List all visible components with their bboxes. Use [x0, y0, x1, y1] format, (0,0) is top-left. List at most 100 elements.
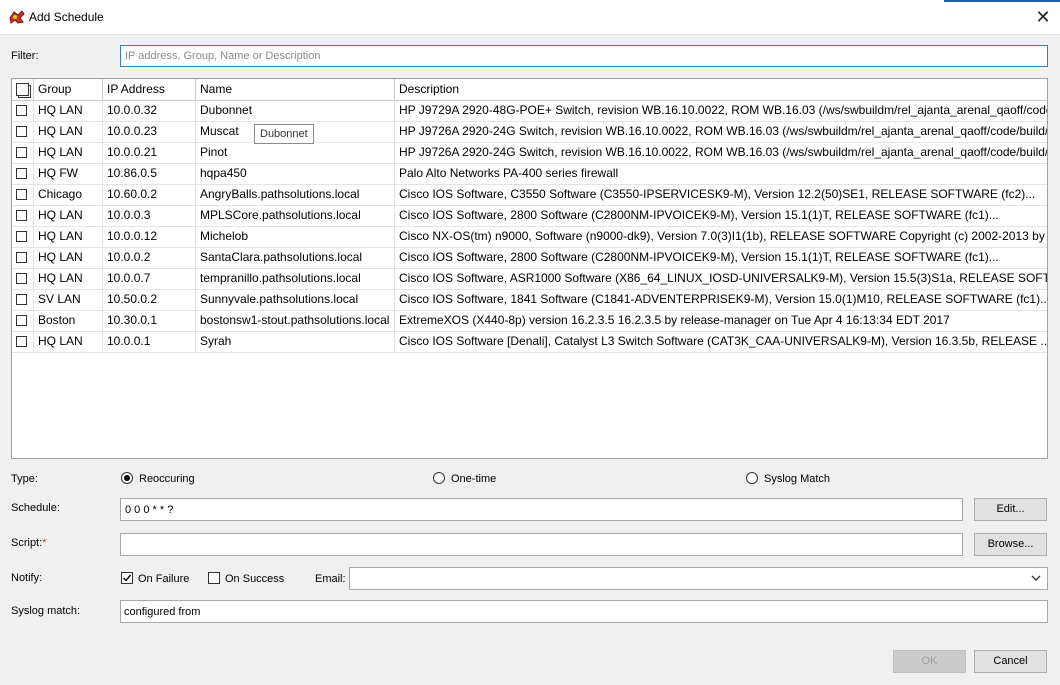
on-failure-label[interactable]: On Failure	[138, 573, 189, 585]
cell-select[interactable]	[12, 184, 34, 205]
column-description[interactable]: Description	[395, 79, 1047, 100]
cell-select[interactable]	[12, 100, 34, 121]
cell-name: MPLSCore.pathsolutions.local	[196, 205, 395, 226]
table-row[interactable]: HQ FW 10.86.0.5 hqpa450 Palo Alto Networks …	[12, 163, 1047, 185]
close-icon[interactable]: ✕	[1034, 8, 1052, 26]
cell-description: HP J9726A 2920-24G Switch, revision WB.1…	[399, 124, 1048, 138]
table-row[interactable]: SV LAN 10.50.0.2 Sunnyvale.pathsolutions.l…	[12, 289, 1048, 311]
schedule-value: 0 0 0 * * ?	[125, 503, 174, 516]
syslog-match-input[interactable]: configured from	[120, 600, 1048, 623]
cell-description: Cisco IOS Software, 2800 Software (C2800…	[399, 208, 999, 222]
cell-select[interactable]	[12, 331, 34, 352]
cell-name: Sunnyvale.pathsolutions.local	[196, 289, 395, 310]
cell-group: HQ FW	[34, 163, 103, 184]
cell-select[interactable]	[12, 163, 34, 184]
table-row[interactable]: HQ LAN 10.0.0.2 SantaClara.pathsolutions.l…	[12, 247, 1047, 269]
cell-ip-address: 10.0.0.1	[103, 331, 196, 352]
schedule-input[interactable]: 0 0 0 * * ?	[120, 498, 963, 521]
cell-description: Cisco IOS Software, 1841 Software (C1841…	[399, 292, 1048, 306]
row-checkbox[interactable]	[16, 189, 27, 200]
on-failure-checkbox[interactable]	[121, 572, 133, 584]
column-ip-address[interactable]: IP Address	[103, 79, 196, 100]
type-one-time-label[interactable]: One-time	[451, 473, 496, 485]
table-row[interactable]: HQ LAN 10.0.0.23 Muscat HP J9726A 2920-24G …	[12, 121, 1048, 143]
chevron-down-icon[interactable]	[1031, 572, 1041, 587]
cell-description: ExtremeXOS (X440-8p) version 16.2.3.5 16…	[399, 313, 950, 327]
filter-input[interactable]: IP address, Group, Name or Description	[120, 45, 1048, 67]
cell-description: Cisco NX-OS(tm) n9000, Software (n9000-d…	[399, 229, 1048, 243]
filter-placeholder: IP address, Group, Name or Description	[125, 50, 321, 62]
table-row[interactable]: HQ LAN 10.0.0.3 MPLSCore.pathsolutions.loc…	[12, 205, 1047, 227]
select-all-header[interactable]	[12, 79, 34, 100]
row-checkbox[interactable]	[16, 210, 27, 221]
row-checkbox[interactable]	[16, 252, 27, 263]
cell-select[interactable]	[12, 226, 34, 247]
cell-name: Syrah	[196, 331, 395, 352]
select-all-checkbox[interactable]	[16, 83, 31, 98]
window-title: Add Schedule	[29, 10, 104, 24]
cell-select[interactable]	[12, 247, 34, 268]
syslog-match-label: Syslog match:	[11, 605, 81, 617]
column-group[interactable]: Group	[34, 79, 103, 100]
browse-button[interactable]: Browse...	[974, 533, 1047, 556]
cell-group: HQ LAN	[34, 121, 103, 142]
row-checkbox[interactable]	[16, 168, 27, 179]
table-row[interactable]: HQ LAN 10.0.0.12 Michelob Cisco NX-OS(tm) n…	[12, 226, 1048, 248]
table-row[interactable]: Boston 10.30.0.1 bostonsw1-stout.pathsolut…	[12, 310, 1047, 332]
device-table[interactable]: Group IP Address Name Description HQ LAN…	[11, 78, 1048, 459]
schedule-label: Schedule:	[11, 502, 60, 514]
cell-ip-address: 10.0.0.23	[103, 121, 196, 142]
script-input[interactable]	[120, 533, 963, 556]
cell-group: HQ LAN	[34, 331, 103, 352]
row-checkbox[interactable]	[16, 273, 27, 284]
row-checkbox[interactable]	[16, 315, 27, 326]
type-syslog-match-label[interactable]: Syslog Match	[764, 473, 830, 485]
name-tooltip: Dubonnet	[254, 124, 314, 144]
type-reoccuring-radio[interactable]	[121, 472, 133, 484]
column-name[interactable]: Name	[196, 79, 395, 100]
cell-ip-address: 10.30.0.1	[103, 310, 196, 331]
cell-group: SV LAN	[34, 289, 103, 310]
type-syslog-match-radio[interactable]	[746, 472, 758, 484]
cell-select[interactable]	[12, 205, 34, 226]
row-checkbox[interactable]	[16, 294, 27, 305]
cell-ip-address: 10.50.0.2	[103, 289, 196, 310]
cell-name: Michelob	[196, 226, 395, 247]
notify-label: Notify:	[11, 572, 43, 584]
cell-group: HQ LAN	[34, 100, 103, 121]
cell-select[interactable]	[12, 142, 34, 163]
puzzle-app-icon	[8, 9, 25, 25]
table-row[interactable]: HQ LAN 10.0.0.21 Pinot HP J9726A 2920-24G S…	[12, 142, 1047, 164]
title-bar: Add Schedule ✕	[0, 0, 1060, 35]
table-row[interactable]: HQ LAN 10.0.0.1 Syrah Cisco IOS Software [D…	[12, 331, 1047, 353]
cell-select[interactable]	[12, 268, 34, 289]
row-checkbox[interactable]	[16, 147, 27, 158]
type-label: Type:	[11, 473, 38, 485]
row-checkbox[interactable]	[16, 336, 27, 347]
edit-button[interactable]: Edit...	[974, 498, 1047, 521]
table-row[interactable]: HQ LAN 10.0.0.7 tempranillo.pathsolutions.…	[12, 268, 1047, 290]
required-mark: *	[42, 537, 47, 549]
on-success-checkbox[interactable]	[208, 572, 220, 584]
email-select[interactable]	[349, 567, 1048, 590]
row-checkbox[interactable]	[16, 231, 27, 242]
type-one-time-radio[interactable]	[433, 472, 445, 484]
cancel-button[interactable]: Cancel	[974, 650, 1047, 673]
cell-ip-address: 10.0.0.3	[103, 205, 196, 226]
row-checkbox[interactable]	[16, 105, 27, 116]
type-reoccuring-label[interactable]: Reoccuring	[139, 473, 195, 485]
cell-select[interactable]	[12, 289, 34, 310]
table-row[interactable]: Chicago 10.60.0.2 AngryBalls.pathsolutions…	[12, 184, 1047, 206]
row-checkbox[interactable]	[16, 126, 27, 137]
cell-name: tempranillo.pathsolutions.local	[196, 268, 395, 289]
cell-select[interactable]	[12, 121, 34, 142]
cell-select[interactable]	[12, 310, 34, 331]
cell-name: SantaClara.pathsolutions.local	[196, 247, 395, 268]
cell-ip-address: 10.86.0.5	[103, 163, 196, 184]
cell-description: Cisco IOS Software, 2800 Software (C2800…	[399, 250, 999, 264]
table-row[interactable]: HQ LAN 10.0.0.32 Dubonnet HP J9729A 2920-48…	[12, 100, 1047, 122]
ok-button[interactable]: OK	[893, 650, 966, 673]
on-success-label[interactable]: On Success	[225, 573, 284, 585]
cell-group: HQ LAN	[34, 205, 103, 226]
cell-group: HQ LAN	[34, 268, 103, 289]
